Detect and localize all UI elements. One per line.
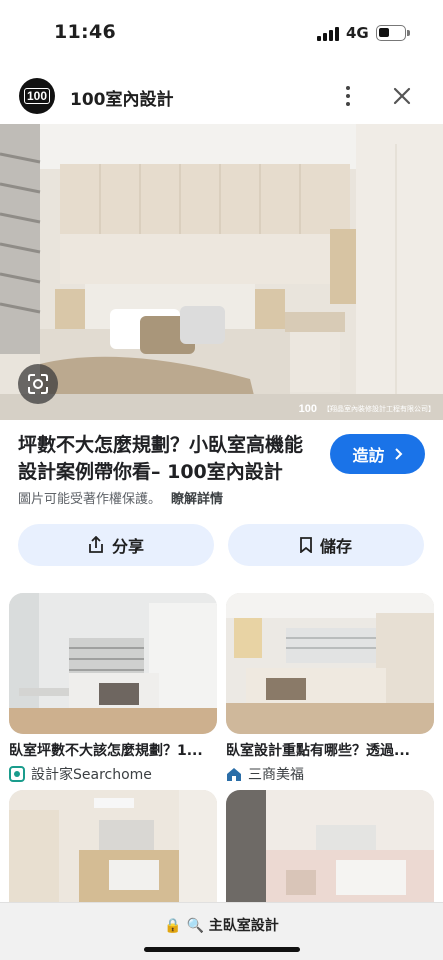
related-thumbnail[interactable] xyxy=(226,593,434,734)
bedroom-thumbnail xyxy=(9,790,217,910)
lens-search-button[interactable] xyxy=(18,364,58,404)
related-result-card[interactable] xyxy=(9,790,217,910)
share-icon xyxy=(89,536,103,553)
bedroom-photo xyxy=(0,124,443,420)
lens-icon xyxy=(28,374,48,394)
searchome-logo-icon xyxy=(9,766,25,782)
home-indicator[interactable] xyxy=(144,947,300,952)
image-watermark: 100 【翔晶室內裝修設計工程有限公司】 xyxy=(298,403,435,415)
copyright-notice: 圖片可能受著作權保護。 瞭解詳情 xyxy=(18,492,224,507)
browser-url-bar[interactable]: 🔒 🔍 主臥室設計 xyxy=(0,902,443,960)
more-options-icon[interactable] xyxy=(338,82,358,110)
clock: 11:46 xyxy=(54,21,116,43)
house-logo-icon xyxy=(227,768,241,781)
result-title[interactable]: 坪數不大怎麼規劃？小臥室高機能設計案例帶你看– 100室內設計 xyxy=(18,432,318,486)
visit-label: 造訪 xyxy=(352,446,385,465)
chevron-right-icon xyxy=(394,448,402,460)
learn-more-link[interactable]: 瞭解詳情 xyxy=(171,492,223,507)
main-image[interactable]: 100 【翔晶室內裝修設計工程有限公司】 xyxy=(0,124,443,420)
related-thumbnail[interactable] xyxy=(9,593,217,734)
save-button[interactable]: 儲存 xyxy=(228,524,424,566)
cellular-signal-icon xyxy=(317,27,341,41)
close-icon[interactable] xyxy=(390,84,414,108)
related-result-card[interactable]: 臥室設計重點有哪些？透過... 三商美福 xyxy=(226,593,434,784)
status-bar: 11:46 4G xyxy=(0,0,443,62)
viewer-header: 100 100室內設計 xyxy=(0,70,443,122)
related-result-card[interactable]: 臥室坪數不大該怎麼規劃？1... 設計家Searchome xyxy=(9,593,217,784)
site-logo[interactable]: 100 xyxy=(19,78,55,114)
related-thumbnail[interactable] xyxy=(226,790,434,910)
bedroom-thumbnail xyxy=(226,593,434,734)
related-thumbnail[interactable] xyxy=(9,790,217,910)
related-caption: 臥室坪數不大該怎麼規劃？1... xyxy=(9,743,203,759)
url-text[interactable]: 🔒 🔍 主臥室設計 xyxy=(0,915,443,935)
bedroom-thumbnail xyxy=(226,790,434,910)
related-result-card[interactable] xyxy=(226,790,434,910)
site-name[interactable]: 100室內設計 xyxy=(70,85,174,110)
bedroom-thumbnail xyxy=(9,593,217,734)
related-caption: 臥室設計重點有哪些？透過... xyxy=(226,743,410,759)
related-source[interactable]: 設計家Searchome xyxy=(9,764,217,784)
visit-button[interactable]: 造訪 xyxy=(330,434,425,474)
battery-icon xyxy=(376,25,410,41)
related-source[interactable]: 三商美福 xyxy=(226,764,434,784)
bookmark-icon xyxy=(300,537,312,553)
share-button[interactable]: 分享 xyxy=(18,524,214,566)
network-type: 4G xyxy=(346,24,369,42)
